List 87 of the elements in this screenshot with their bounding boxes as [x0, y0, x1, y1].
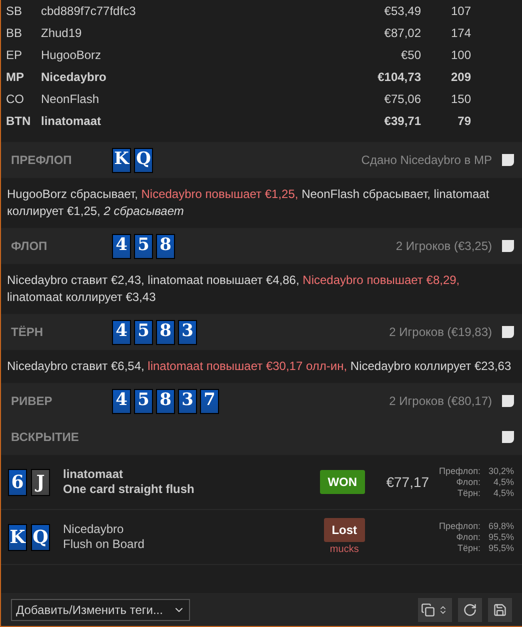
note-icon[interactable] — [502, 326, 514, 338]
position-label: BB — [5, 25, 24, 42]
street-info: Сдано Nicedaybro в MP — [361, 152, 492, 169]
playing-card: Q — [134, 148, 153, 172]
player-name: Zhud19 — [41, 25, 83, 42]
equity-label: Префлоп: — [439, 466, 480, 476]
hand-description: One card straight flush — [63, 482, 196, 497]
player-name: linatomaat — [63, 467, 124, 482]
street-title: РИВЕР — [11, 393, 54, 410]
street-title: ТЁРН — [11, 324, 44, 341]
playing-card: 5 — [134, 234, 153, 258]
playing-card: 4 — [112, 320, 131, 344]
action-log: Nicedaybro ставит €6,54, linatomaat повышает €30,17 олл-ин, Nicedaybro коллирует €23,63 — [7, 358, 512, 375]
street-title: ФЛОП — [11, 238, 48, 255]
stack-amount: €50 — [400, 47, 421, 64]
equity-value: 30,2% — [488, 466, 514, 476]
playing-card: 3 — [178, 388, 197, 414]
playing-card: 5 — [134, 388, 153, 414]
result-badge: WON — [320, 470, 366, 494]
big-blinds: 107 — [450, 3, 471, 20]
playing-card: 4 — [112, 388, 131, 414]
refresh-button[interactable] — [458, 598, 482, 622]
player-name: HugooBorz — [41, 47, 102, 64]
stack-amount: €75,06 — [383, 91, 421, 108]
equity-value: 4,5% — [492, 488, 514, 498]
playing-card: 6 — [8, 468, 27, 496]
tags-dropdown[interactable]: Добавить/Изменить теги... — [11, 598, 190, 620]
playing-card: K — [112, 148, 131, 172]
big-blinds: 100 — [450, 47, 471, 64]
player-name: NeonFlash — [41, 91, 100, 108]
muck-note: mucks — [330, 542, 359, 556]
action-log: Nicedaybro ставит €2,43, linatomaat повышает €4,86, Nicedaybro повышает €8,29, linatomaat коллирует €3,43 — [7, 272, 461, 306]
equity-label: Флоп: — [455, 532, 480, 542]
big-blinds: 174 — [450, 25, 471, 42]
save-button[interactable] — [488, 598, 512, 622]
equity-value: 95,5% — [488, 532, 514, 542]
save-icon — [493, 602, 507, 616]
player-name: Nicedaybro — [41, 69, 108, 86]
note-icon[interactable] — [502, 240, 514, 252]
action-log: HugooBorz сбрасывает, Nicedaybro повышает €1,25, NeonFlash сбрасывает, linatomaat коллирует €1,25, 2 сбрасывает — [7, 186, 490, 220]
big-blinds: 150 — [450, 91, 471, 108]
stack-amount: €104,73 — [376, 69, 421, 86]
hand-description: Flush on Board — [63, 537, 146, 552]
won-amount: €77,17 — [385, 472, 430, 492]
street-info: 2 Игроков (€3,25) — [396, 238, 492, 255]
note-icon[interactable] — [502, 395, 514, 407]
position-label: CO — [5, 91, 25, 108]
player-name: linatomaat — [41, 113, 102, 130]
big-blinds: 209 — [450, 69, 471, 86]
playing-card: Q — [31, 524, 50, 550]
big-blinds: 79 — [456, 113, 471, 130]
player-name: Nicedaybro — [63, 522, 125, 537]
street-title: ПРЕФЛОП — [11, 152, 73, 169]
stack-amount: €87,02 — [383, 25, 421, 42]
result-badge: Lost — [324, 518, 366, 542]
street-title: ВСКРЫТИЕ — [11, 429, 80, 446]
note-icon[interactable] — [502, 431, 514, 443]
spinner-icon — [438, 604, 448, 614]
copy-icon — [421, 602, 435, 616]
playing-card: K — [8, 524, 27, 550]
street-info: 2 Игроков (€19,83) — [389, 324, 492, 341]
position-label: BTN — [5, 113, 32, 130]
equity-label: Тёрн: — [456, 488, 480, 498]
copy-button[interactable] — [418, 598, 452, 622]
playing-card: 4 — [112, 234, 131, 258]
position-label: EP — [5, 47, 24, 64]
equity-label: Префлоп: — [439, 520, 480, 532]
note-icon[interactable] — [502, 154, 514, 166]
playing-card: J — [31, 468, 50, 496]
stack-amount: €39,71 — [383, 113, 421, 130]
playing-card: 8 — [156, 234, 175, 258]
playing-card: 5 — [134, 320, 153, 344]
position-label: MP — [5, 69, 25, 86]
playing-card: 8 — [156, 320, 175, 344]
playing-card: 8 — [156, 388, 175, 414]
position-label: SB — [5, 3, 24, 20]
refresh-icon — [463, 602, 477, 616]
equity-value: 4,5% — [492, 476, 514, 488]
equity-label: Флоп: — [455, 476, 480, 488]
equity-value: 95,5% — [488, 542, 514, 554]
equity-value: 69,8% — [488, 520, 514, 532]
stack-amount: €53,49 — [383, 3, 421, 20]
equity-label: Тёрн: — [456, 542, 480, 554]
playing-card: 3 — [178, 320, 197, 344]
street-info: 2 Игроков (€80,17) — [389, 393, 492, 410]
playing-card: 7 — [200, 388, 219, 414]
player-name: cbd889f7c77fdfc3 — [41, 3, 137, 20]
